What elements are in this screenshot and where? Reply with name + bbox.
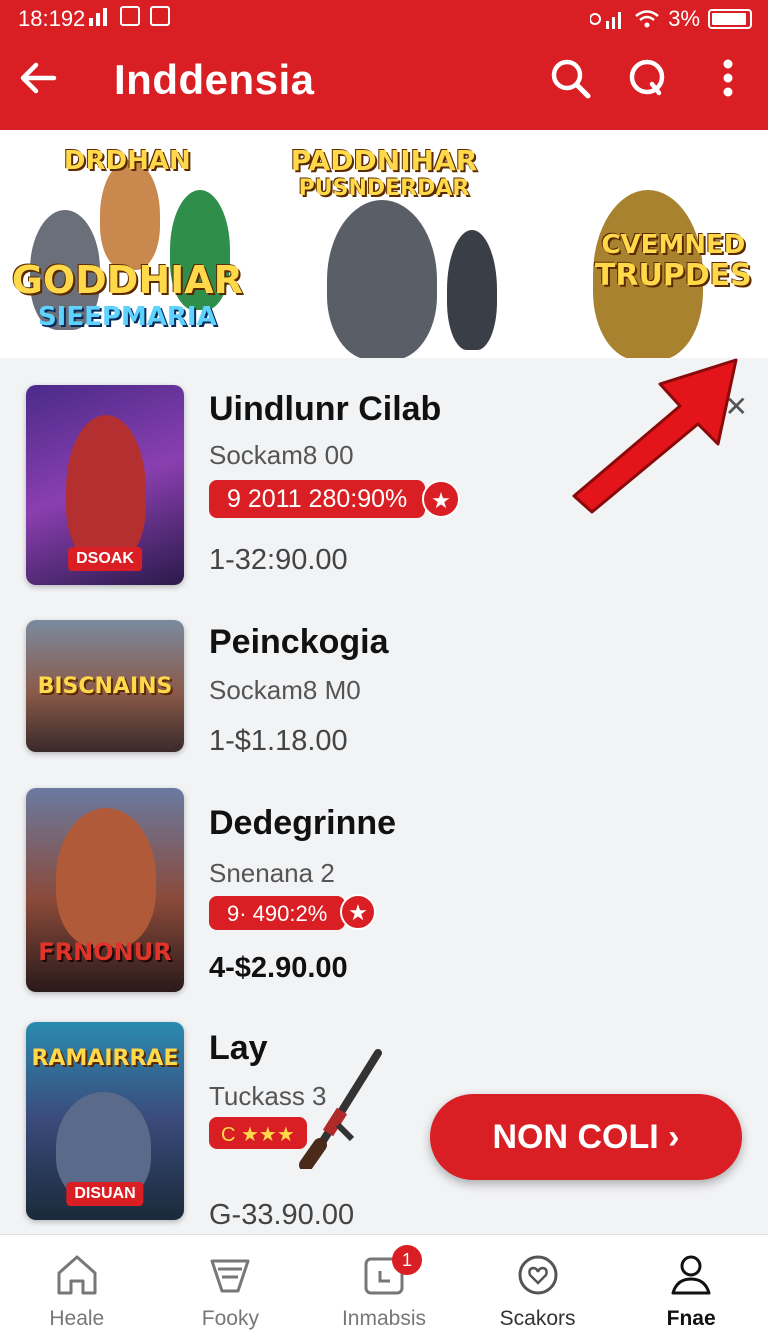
status-right-icons: 3%	[590, 6, 752, 32]
nav-item-inbox[interactable]: 1 Inmabsis	[307, 1235, 461, 1344]
thumbnail-character	[66, 415, 146, 565]
notification-icon	[120, 6, 140, 26]
discount-badge: 9 2011 280:90%	[209, 480, 426, 518]
thumbnail-title: RAMAIRRAE	[31, 1046, 179, 1071]
nav-label: Fnae	[666, 1307, 716, 1330]
item-price: 1-32:90.00	[209, 544, 348, 576]
rating-badge: C ★★★	[209, 1117, 307, 1149]
home-icon	[57, 1255, 97, 1295]
banner-character	[100, 160, 160, 270]
app-header: 18:192 3% Inddensia	[0, 0, 768, 130]
banner-title: PADDNIHAR	[290, 144, 478, 177]
battery-percent: 3%	[668, 6, 700, 31]
item-subtitle: Sockam8 00	[209, 440, 354, 470]
item-name: Lay	[209, 1029, 268, 1067]
item-subtitle: Snenana 2	[209, 858, 335, 888]
status-left-icons	[88, 6, 170, 26]
thumbnail-title: FRNONUR	[38, 938, 172, 966]
profile-icon	[671, 1255, 711, 1295]
signal-icon	[89, 8, 107, 26]
status-time: 18:192	[18, 6, 86, 31]
thumbnail-title: BISCNAINS	[37, 674, 173, 699]
item-thumbnail[interactable]: BISCNAINS	[26, 620, 184, 752]
heart-icon	[518, 1255, 558, 1295]
nav-label: Scakors	[499, 1307, 576, 1330]
nav-item-profile[interactable]: Fnae	[614, 1235, 768, 1344]
star-badge-icon: ★	[340, 894, 376, 930]
banner-tile-3[interactable]: CVEMNED TRUPDES	[513, 130, 768, 358]
nav-item-scakors[interactable]: Scakors	[461, 1235, 615, 1344]
item-subtitle: Sockam8 M0	[209, 675, 361, 705]
banner-tile-2[interactable]: PADDNIHAR PUSNDERDAR	[257, 130, 512, 358]
star-badge-icon: ★	[422, 480, 460, 518]
back-arrow-icon[interactable]	[14, 54, 62, 102]
bottom-navigation: Heale Fooky 1 Inmabsis Scakors Fnae	[0, 1234, 768, 1344]
nav-label: Heale	[49, 1307, 105, 1330]
thumbnail-label: DISUAN	[66, 1182, 144, 1206]
banner-character	[446, 230, 497, 350]
thumbnail-character	[56, 808, 156, 948]
banner-title: DRDHAN	[63, 146, 191, 176]
banner-subtitle: TRUPDES	[594, 258, 752, 293]
item-price: G-33.90.00	[209, 1199, 355, 1231]
banner-subtitle-2: SIEEPMARIA	[37, 302, 217, 332]
item-price: 4-$2.90.00	[209, 952, 348, 984]
page-title: Inddensia	[114, 56, 315, 103]
item-price: 1-$1.18.00	[209, 725, 348, 757]
banner-subtitle: GODDHIAR	[11, 258, 243, 302]
message-icon	[150, 6, 170, 26]
thumbnail-label: DSOAK	[68, 547, 142, 571]
cta-button[interactable]: NON COLI ›	[430, 1094, 742, 1180]
banner-title: CVEMNED	[601, 230, 746, 260]
notification-badge: 1	[391, 1245, 422, 1275]
discount-badge: 9· 490:2%	[209, 896, 346, 930]
annotation-arrow-icon	[572, 358, 738, 514]
item-thumbnail[interactable]: FRNONUR	[26, 788, 184, 992]
wifi-icon	[635, 10, 659, 28]
battery-icon	[708, 9, 752, 29]
banner-character	[326, 200, 437, 358]
tag-icon	[210, 1259, 250, 1293]
item-thumbnail[interactable]: RAMAIRRAE DISUAN	[26, 1022, 184, 1220]
item-name: Peinckogia	[209, 623, 389, 661]
search-icon[interactable]	[548, 56, 592, 100]
lens-icon[interactable]	[626, 56, 670, 100]
nav-item-home[interactable]: Heale	[0, 1235, 154, 1344]
nav-label: Inmabsis	[341, 1307, 426, 1330]
item-thumbnail[interactable]: DSOAK	[26, 385, 184, 585]
banner-subtitle: PUSNDERDAR	[298, 176, 470, 201]
nav-label: Fooky	[201, 1307, 259, 1330]
status-bar: 18:192 3%	[0, 0, 768, 36]
more-vert-icon[interactable]	[706, 56, 750, 100]
banner-tile-1[interactable]: DRDHAN GODDHIAR SIEEPMARIA	[0, 130, 255, 358]
item-name: Uindlunr Cilab	[209, 390, 442, 428]
nav-item-fooky[interactable]: Fooky	[154, 1235, 308, 1344]
cell-signal-icon	[590, 12, 622, 29]
promo-banner: DRDHAN GODDHIAR SIEEPMARIA PADDNIHAR PUS…	[0, 130, 768, 358]
item-name: Dedegrinne	[209, 804, 397, 842]
rifle-icon	[299, 1049, 382, 1169]
